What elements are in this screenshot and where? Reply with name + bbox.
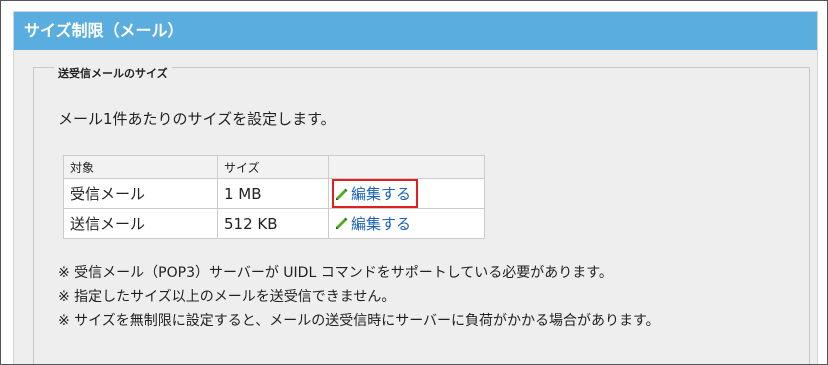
column-header-target: 対象	[63, 155, 218, 179]
pencil-icon	[335, 187, 349, 201]
pencil-icon	[335, 216, 349, 230]
section-description: メール1件あたりのサイズを設定します。	[58, 110, 336, 128]
edit-link-label: 編集する	[351, 214, 412, 233]
cell-size: 1 MB	[217, 178, 329, 209]
table-header-row: 対象 サイズ	[63, 155, 485, 179]
edit-send-size-link[interactable]: 編集する	[335, 213, 411, 234]
note-item: ※ 受信メール（POP3）サーバーが UIDL コマンドをサポートしている必要が…	[58, 265, 613, 281]
column-header-action	[328, 155, 485, 179]
fieldset-legend: 送受信メールのサイズ	[54, 67, 172, 81]
notes-list: ※ 受信メール（POP3）サーバーが UIDL コマンドをサポートしている必要が…	[58, 261, 660, 333]
cell-action: 編集する	[328, 178, 485, 209]
column-header-size: サイズ	[217, 155, 329, 179]
edit-receive-size-link[interactable]: 編集する	[331, 179, 419, 208]
cell-target: 受信メール	[63, 178, 218, 209]
size-table: 対象 サイズ 受信メール 1 MB 編集する 送信メール 512 KB 編集する	[63, 155, 485, 239]
page-title: サイズ制限（メール）	[14, 12, 817, 50]
note-item: ※ サイズを無制限に設定すると、メールの送受信時にサーバーに負荷がかかる場合があ…	[58, 313, 660, 329]
table-row-send: 送信メール 512 KB 編集する	[63, 208, 485, 239]
table-row-receive: 受信メール 1 MB 編集する	[63, 178, 485, 209]
cell-size: 512 KB	[217, 208, 329, 239]
cell-action: 編集する	[328, 208, 485, 239]
cell-target: 送信メール	[63, 208, 218, 239]
page: サイズ制限（メール） 送受信メールのサイズ メール1件あたりのサイズを設定します…	[0, 0, 828, 365]
edit-link-label: 編集する	[351, 185, 412, 203]
note-item: ※ 指定したサイズ以上のメールを送受信できません。	[58, 289, 396, 305]
